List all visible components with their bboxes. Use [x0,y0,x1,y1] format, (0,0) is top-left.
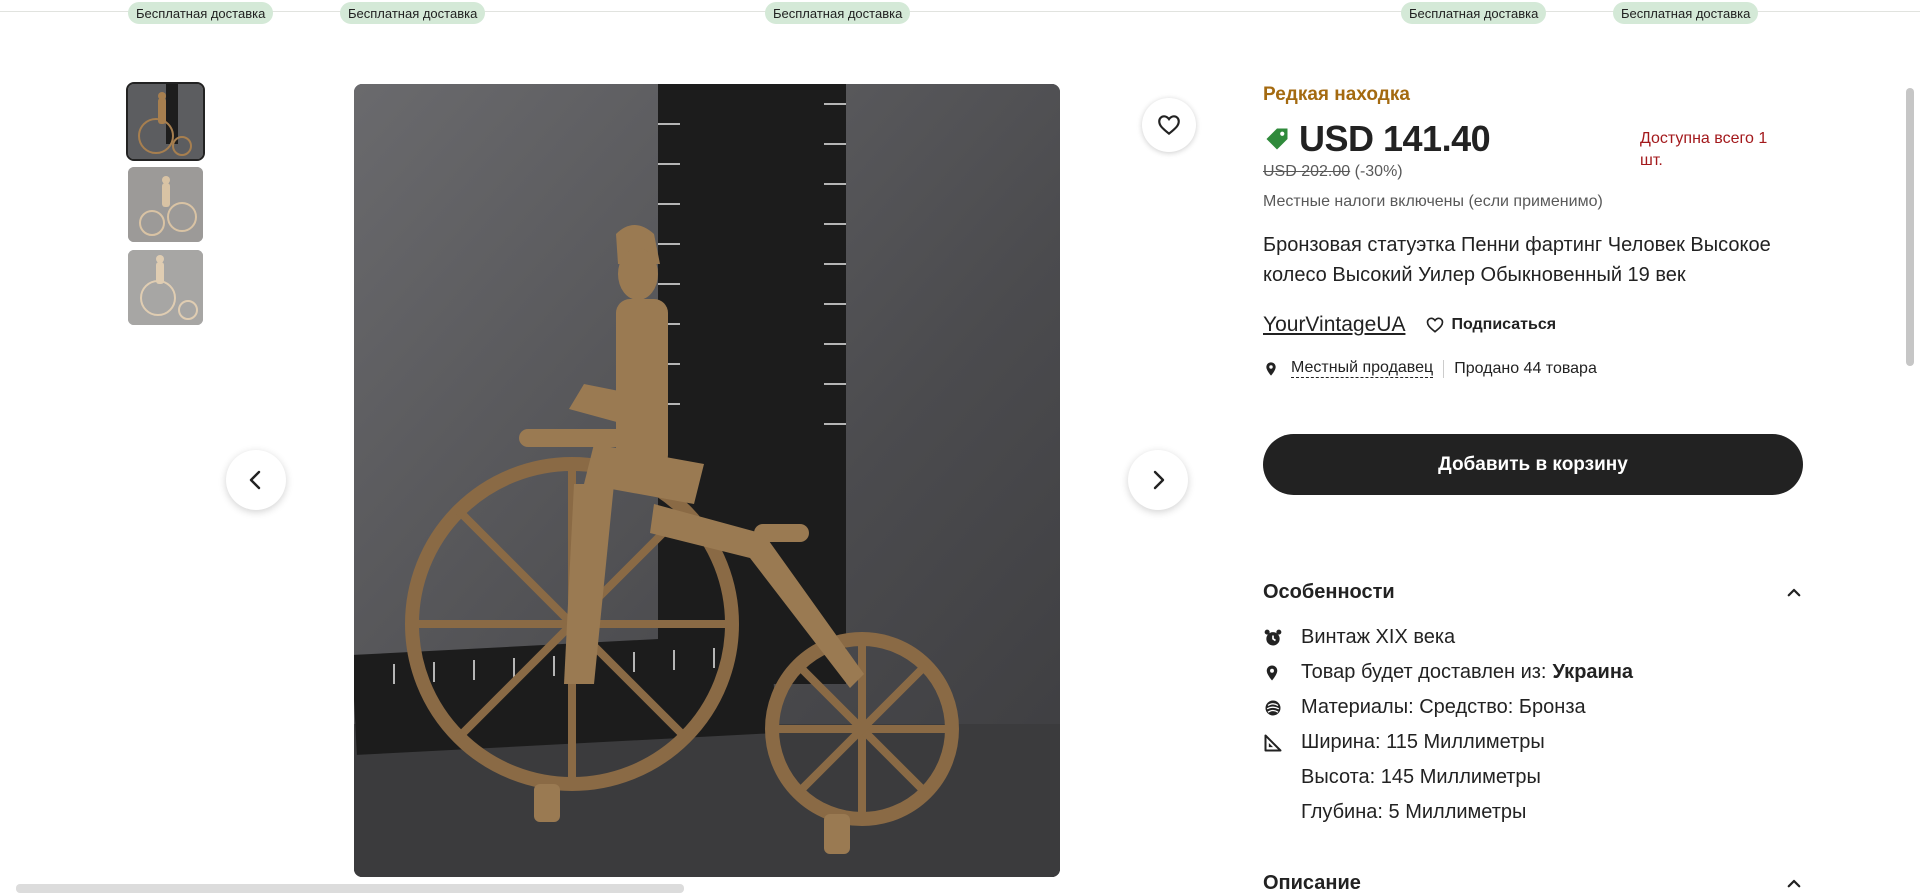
gallery-thumbnail-2[interactable] [128,167,203,242]
bronze-bicycle-figurine-photo [354,84,1060,877]
bicycle-figurine-thumb-image [128,250,203,325]
location-pin-icon [1266,361,1276,376]
gallery-thumbnail-1[interactable] [126,82,205,161]
bicycle-figurine-thumb-image [128,84,203,159]
seller-info-row: Местный продавец Продано 44 товара [1263,359,1597,378]
follow-label: Подписаться [1451,316,1557,333]
ships-from-country: Украина [1552,661,1634,683]
free-shipping-badge: Бесплатная доставка [128,2,274,24]
tax-note: Местные налоги включены (если применимо) [1263,193,1603,210]
features-section-toggle[interactable]: Особенности [1263,581,1803,604]
feature-ships-from: Товар будет доставлен из: Украина [1263,661,1633,684]
product-title: Бронзовая статуэтка Пенни фартинг Челове… [1263,234,1771,286]
feature-vintage: Винтаж XIX века [1263,626,1455,649]
features-heading: Особенности [1263,581,1395,603]
free-shipping-badge: Бесплатная доставка [765,2,911,24]
chevron-up-icon [1787,879,1801,887]
heart-icon [1158,115,1180,136]
feature-materials-text: Материалы: Средство: Бронза [1301,696,1586,718]
separator [1443,359,1445,378]
rare-find-label: Редкая находка [1263,84,1410,105]
stock-notice: Доступна всего 1 шт. [1640,130,1768,169]
original-price: USD 202.00 [1263,163,1351,180]
location-pin-icon [1266,665,1278,680]
bicycle-figurine-thumb-image [128,167,203,242]
feature-height-text: Высота: 145 Миллиметры [1301,766,1541,788]
description-section-toggle[interactable]: Описание [1263,872,1803,895]
chevron-right-icon [1153,470,1165,490]
shop-name-link[interactable]: YourVintageUA [1263,313,1405,337]
local-seller-link[interactable]: Местный продавец [1291,359,1434,378]
gallery-thumbnail-3[interactable] [128,250,203,325]
previous-image-button[interactable] [226,450,286,510]
feature-depth: Глубина: 5 Миллиметры [1263,801,1526,824]
feature-width: Ширина: 115 Миллиметры [1263,731,1545,754]
chevron-left-icon [249,470,261,490]
original-price-row: USD 202.00 (-30%) [1263,163,1403,181]
free-shipping-badge: Бесплатная доставка [340,2,486,24]
price-row: USD 141.40 [1263,118,1491,160]
heart-icon [1427,317,1444,333]
next-image-button[interactable] [1128,450,1188,510]
ships-from-label: Товар будет доставлен из: [1301,661,1547,683]
discount-percent: (-30%) [1354,163,1403,180]
feature-width-text: Ширина: 115 Миллиметры [1301,731,1545,753]
add-to-cart-button[interactable]: Добавить в корзину [1263,434,1803,495]
vertical-scrollbar[interactable] [1906,88,1914,366]
feature-materials: Материалы: Средство: Бронза [1263,696,1586,719]
free-shipping-badge: Бесплатная доставка [1401,2,1547,24]
shop-row: YourVintageUA Подписаться [1263,313,1556,337]
items-sold: Продано 44 товара [1454,359,1597,377]
horizontal-scrollbar[interactable] [16,884,684,893]
description-heading: Описание [1263,872,1361,894]
feature-depth-text: Глубина: 5 Миллиметры [1301,801,1527,823]
main-product-image[interactable] [354,84,1060,877]
alarm-clock-icon [1264,629,1282,645]
tag-icon [1266,128,1288,150]
current-price: USD 141.40 [1299,118,1491,159]
add-to-favorites-button[interactable] [1142,98,1196,152]
feature-vintage-text: Винтаж XIX века [1301,626,1456,648]
materials-icon [1265,700,1281,715]
feature-height: Высота: 145 Миллиметры [1263,766,1541,789]
ruler-triangle-icon [1264,734,1282,751]
chevron-up-icon [1787,588,1801,596]
follow-shop-button[interactable]: Подписаться [1425,315,1556,335]
free-shipping-badge: Бесплатная доставка [1613,2,1759,24]
